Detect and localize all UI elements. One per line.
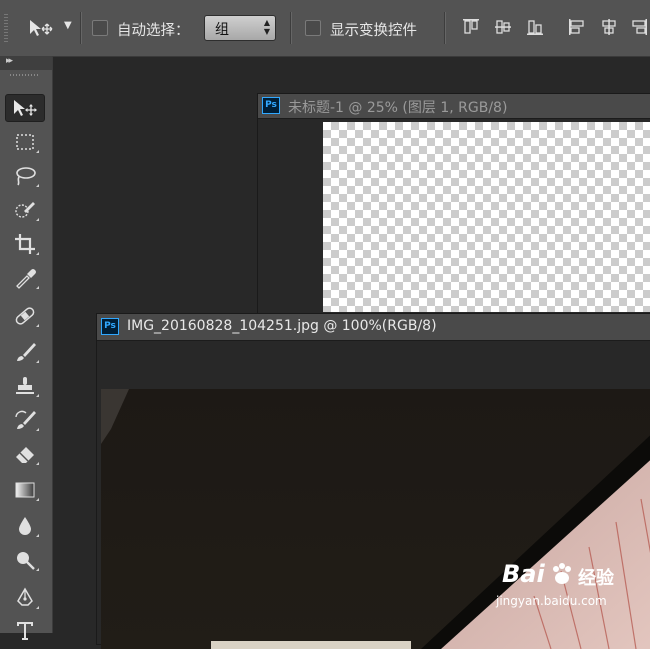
healing-brush-tool[interactable] (5, 302, 45, 330)
align-vertical-center-icon[interactable] (494, 18, 512, 36)
move-tool[interactable] (5, 94, 45, 122)
eraser-icon (16, 447, 34, 463)
crop-icon (15, 234, 35, 254)
align-right-icon[interactable] (630, 18, 648, 36)
brush-icon (17, 343, 36, 361)
align-bottom-icon[interactable] (526, 18, 544, 36)
align-top-icon[interactable] (462, 18, 480, 36)
quick-selection-icon (15, 202, 35, 218)
marquee-tool[interactable] (5, 128, 45, 156)
auto-select-target-value: 组 (215, 22, 229, 38)
gradient-tool[interactable] (5, 476, 45, 504)
document-tab[interactable]: Ps 未标题-1 @ 25% (图层 1, RGB/8) (258, 94, 650, 119)
pen-icon (17, 587, 33, 606)
expand-panel-icon[interactable]: ▸▸ (6, 56, 13, 66)
tools-panel-grip[interactable] (10, 74, 38, 76)
type-icon (17, 622, 33, 640)
gradient-icon (15, 482, 35, 498)
eyedropper-tool[interactable] (5, 264, 45, 292)
divider (290, 12, 292, 44)
show-transform-checkbox[interactable] (305, 20, 321, 36)
document-title: IMG_20160828_104251.jpg @ 100%(RGB/8) (127, 318, 437, 334)
quick-selection-tool[interactable] (5, 196, 45, 224)
dodge-icon (17, 552, 35, 570)
chevron-down-icon: ▼ (64, 20, 72, 31)
divider (444, 12, 446, 44)
stamp-icon (16, 377, 34, 394)
document-window-photo[interactable]: Ps IMG_20160828_104251.jpg @ 100%(RGB/8) (96, 313, 650, 649)
move-icon (14, 100, 37, 116)
updown-icon: ▲ ▼ (263, 18, 270, 36)
photo-canvas[interactable] (101, 389, 650, 649)
lasso-icon (16, 167, 36, 186)
history-brush-icon (15, 410, 36, 429)
align-horizontal-center-icon[interactable] (600, 18, 618, 36)
crop-tool[interactable] (5, 230, 45, 258)
align-left-icon[interactable] (568, 18, 586, 36)
dodge-tool[interactable] (5, 546, 45, 574)
transparent-canvas[interactable] (323, 122, 650, 312)
clone-stamp-tool[interactable] (5, 372, 45, 400)
eraser-tool[interactable] (5, 440, 45, 468)
pen-tool[interactable] (5, 584, 45, 612)
eyedropper-icon (16, 269, 36, 289)
photoshop-file-icon: Ps (101, 318, 119, 335)
lasso-tool[interactable] (5, 162, 45, 190)
rectangular-marquee-icon (16, 134, 34, 150)
show-transform-label: 显示变换控件 (330, 23, 417, 39)
move-icon (30, 20, 53, 36)
auto-select-target-dropdown[interactable]: 组 ▲ ▼ (204, 15, 276, 41)
tools-panel: ▸▸ (0, 56, 53, 640)
photoshop-file-icon: Ps (262, 97, 280, 114)
history-brush-tool[interactable] (5, 406, 45, 434)
options-bar: ▼ 自动选择： 组 ▲ ▼ 显示变换控件 (0, 0, 650, 57)
document-tab[interactable]: Ps IMG_20160828_104251.jpg @ 100%(RGB/8) (97, 314, 650, 341)
options-bar-grip[interactable] (4, 14, 8, 44)
tools-panel-header: ▸▸ (0, 56, 52, 70)
brush-tool[interactable] (5, 338, 45, 366)
type-tool[interactable] (5, 616, 45, 644)
bandage-icon (15, 307, 35, 325)
photo-image (101, 389, 650, 649)
drop-icon (19, 517, 31, 535)
auto-select-checkbox[interactable] (92, 20, 108, 36)
auto-select-label: 自动选择： (117, 23, 190, 39)
document-window-untitled[interactable]: Ps 未标题-1 @ 25% (图层 1, RGB/8) (257, 93, 650, 335)
tool-preset-picker[interactable]: ▼ (26, 16, 74, 42)
document-title: 未标题-1 @ 25% (图层 1, RGB/8) (288, 100, 508, 116)
blur-tool[interactable] (5, 512, 45, 540)
divider (80, 12, 82, 44)
